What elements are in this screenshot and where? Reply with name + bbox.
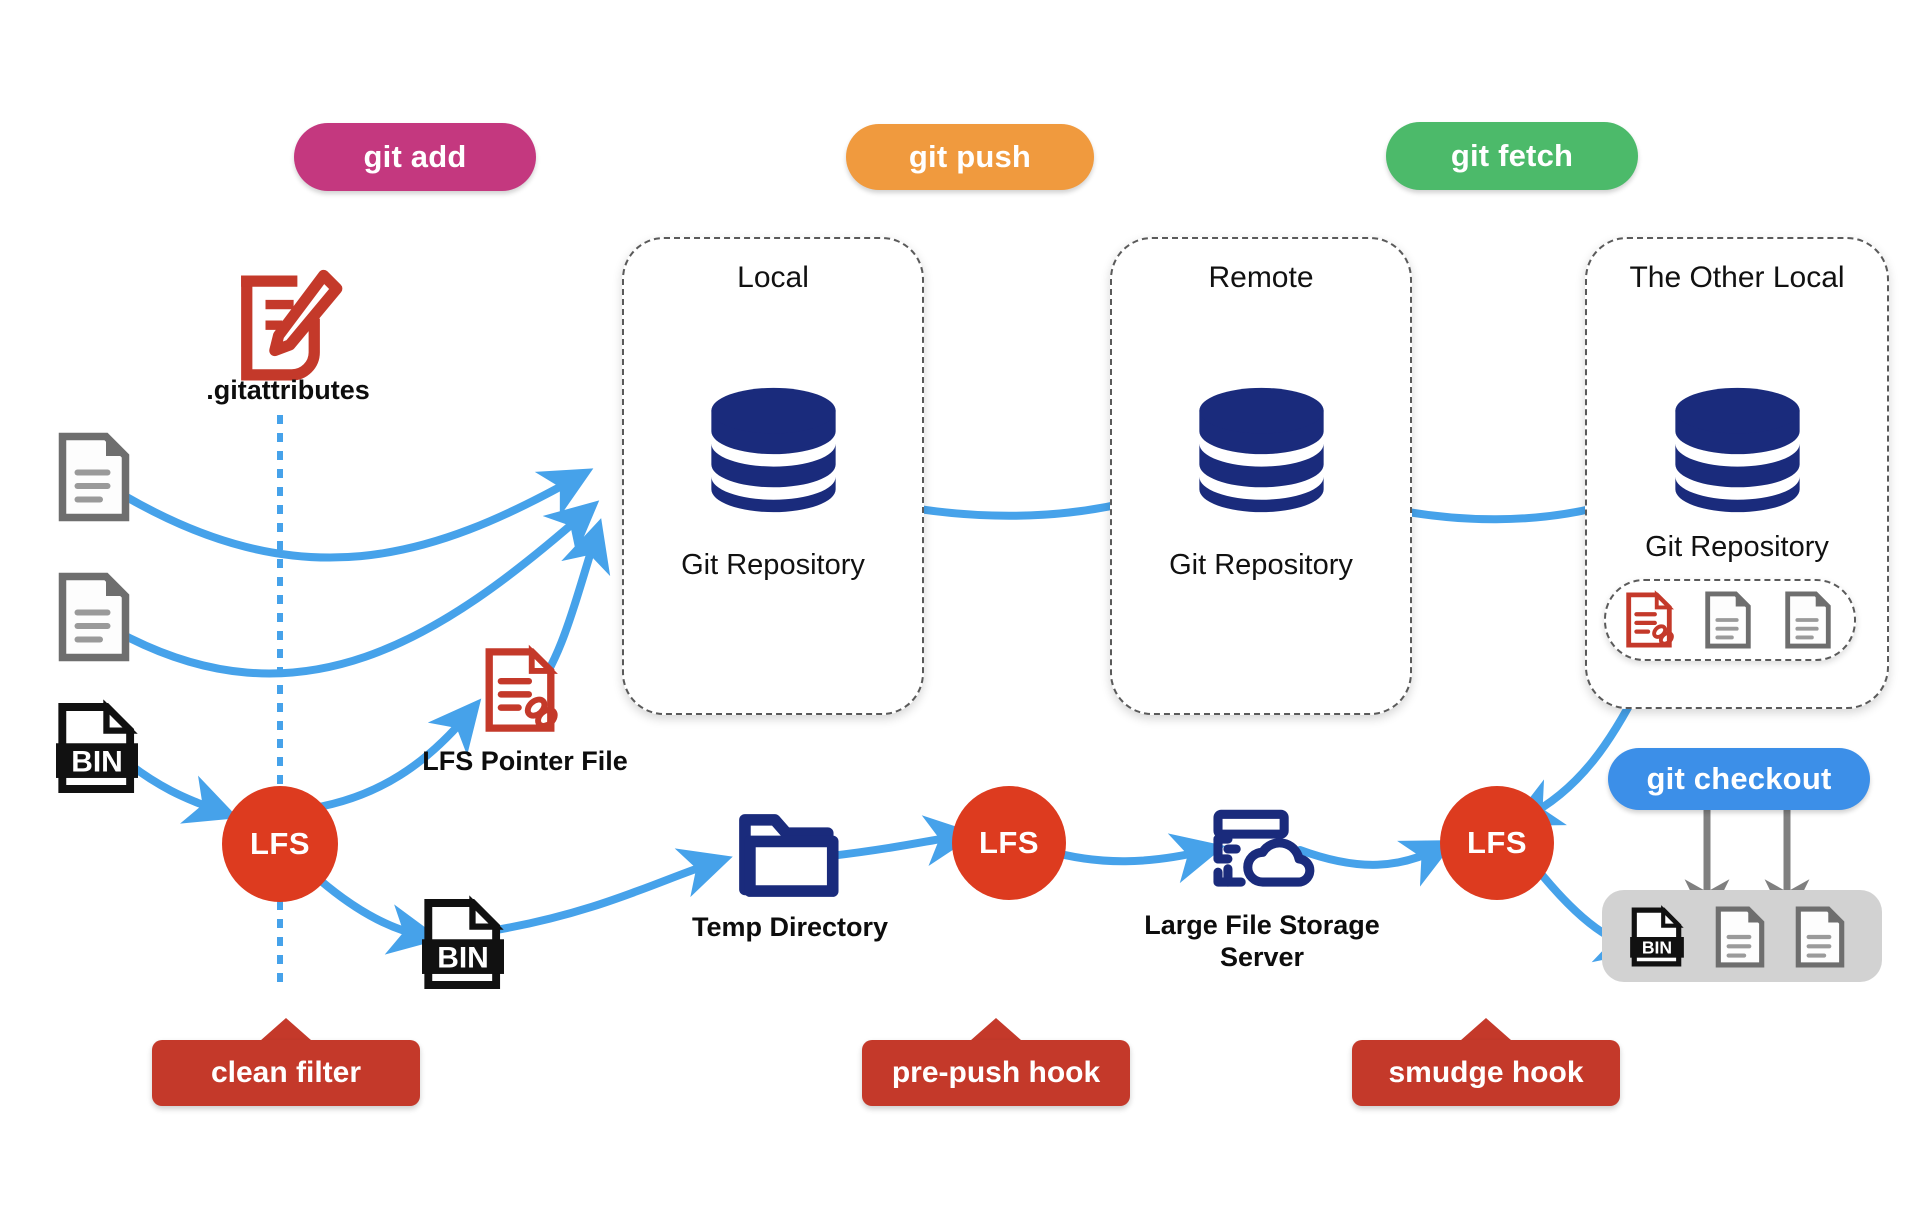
lfs-node-clean[interactable]: LFS	[222, 786, 338, 902]
working-directory-tray: BIN	[1602, 890, 1882, 982]
text-file-icon	[1795, 906, 1845, 968]
bin-text: BIN	[1642, 938, 1672, 958]
cleaned-bin-file: BIN	[422, 895, 504, 992]
repo-box-local: Local Git Repository	[622, 237, 924, 715]
git-fetch-label: git fetch	[1450, 138, 1574, 173]
repo-file-text-2	[1784, 591, 1832, 649]
repo-title-other-local: The Other Local	[1629, 261, 1845, 294]
lfs-label: LFS	[978, 825, 1040, 860]
text-file-icon	[1705, 591, 1751, 649]
working-file-text-1	[1714, 906, 1766, 968]
git-repository-db-icon-local	[701, 387, 846, 513]
server-cloud-icon	[1213, 809, 1315, 887]
git-push-pill[interactable]: git push	[846, 124, 1094, 190]
repo-caption-other-local: Git Repository	[1645, 531, 1829, 563]
repo-caption-remote: Git Repository	[1169, 549, 1353, 581]
binary-file-icon: BIN	[1630, 905, 1684, 967]
source-file-bin: BIN	[56, 699, 138, 796]
git-repository-db-icon-remote	[1189, 387, 1334, 513]
clean-filter-banner[interactable]: clean filter	[152, 1018, 420, 1106]
lfs-server-node	[1208, 806, 1315, 892]
lfs-node-smudge[interactable]: LFS	[1440, 786, 1554, 900]
gitattributes-node	[228, 268, 348, 388]
temp-directory-label: Temp Directory	[691, 912, 889, 942]
repo-box-remote: Remote Git Repository	[1110, 237, 1412, 715]
git-add-pill[interactable]: git add	[294, 123, 536, 191]
bin-text: BIN	[71, 746, 123, 779]
repo-file-pointer	[1624, 590, 1674, 649]
temp-directory-node	[735, 806, 841, 900]
repo-caption-local: Git Repository	[681, 549, 865, 581]
gitattributes-label: .gitattributes	[206, 375, 370, 405]
lfs-label: LFS	[1466, 825, 1528, 860]
lfs-pointer-file-label: LFS Pointer File	[422, 746, 628, 776]
repo-box-other-local: The Other Local Git Repository	[1585, 237, 1889, 709]
working-file-bin: BIN	[1628, 905, 1686, 968]
git-add-label: git add	[363, 139, 467, 174]
lfs-label: LFS	[249, 826, 311, 861]
pre-push-hook-label: pre-push hook	[891, 1056, 1101, 1089]
git-push-label: git push	[908, 139, 1032, 174]
smudge-hook-banner[interactable]: smudge hook	[1352, 1018, 1620, 1106]
document-link-icon	[1626, 590, 1674, 648]
text-file-icon	[1785, 591, 1831, 649]
repo-title-remote: Remote	[1208, 261, 1314, 294]
other-local-repo-file-tray	[1604, 579, 1856, 661]
source-file-2	[58, 572, 130, 662]
diagram-canvas: git add git push git fetch git checkout …	[0, 0, 1911, 1226]
git-fetch-pill[interactable]: git fetch	[1386, 122, 1638, 190]
binary-file-icon: BIN	[422, 895, 504, 989]
lfs-pointer-file-node	[483, 644, 558, 734]
repo-title-local: Local	[737, 261, 809, 294]
document-link-icon	[485, 644, 558, 732]
git-repository-db-icon-other-local	[1665, 387, 1810, 513]
repo-file-text-1	[1704, 591, 1752, 649]
git-checkout-pill[interactable]: git checkout	[1608, 748, 1870, 810]
text-file-icon	[58, 432, 130, 522]
clean-filter-label: clean filter	[210, 1056, 362, 1089]
document-pencil-icon	[241, 269, 343, 381]
lfs-node-prepush[interactable]: LFS	[952, 786, 1066, 900]
source-file-1	[58, 432, 130, 522]
lfs-server-label: Large File Storage Server	[1144, 910, 1380, 972]
text-file-icon	[58, 572, 130, 662]
text-file-icon	[1715, 906, 1765, 968]
working-file-text-2	[1794, 906, 1846, 968]
bin-text: BIN	[437, 942, 489, 975]
pre-push-hook-banner[interactable]: pre-push hook	[862, 1018, 1130, 1106]
folder-icon	[739, 814, 839, 897]
smudge-hook-label: smudge hook	[1388, 1056, 1584, 1089]
git-checkout-label: git checkout	[1646, 761, 1832, 796]
binary-file-icon: BIN	[56, 699, 138, 793]
